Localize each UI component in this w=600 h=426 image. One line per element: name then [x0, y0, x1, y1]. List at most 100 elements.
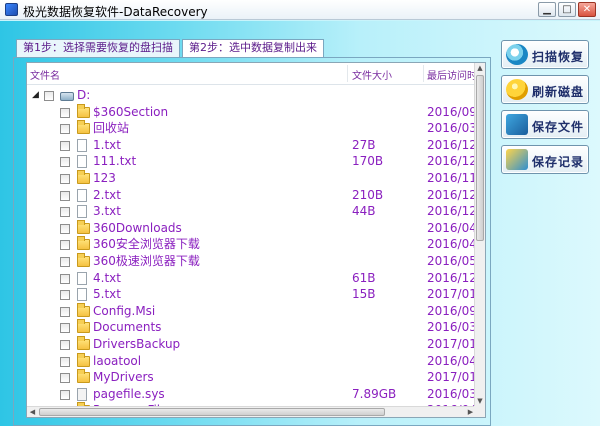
vertical-scroll-thumb[interactable] [476, 75, 484, 241]
refresh-icon [506, 79, 528, 100]
tree-row[interactable]: DriversBackup 2017/01 [27, 335, 477, 353]
tree-row[interactable]: 回收站 2016/03 [27, 120, 477, 137]
title-bar: 极光数据恢复软件-DataRecovery ▁ □ ✕ [0, 0, 600, 20]
row-size: 15B [352, 287, 376, 302]
file-icon [77, 271, 87, 285]
tree-row[interactable]: 360Downloads 2016/04 [27, 219, 477, 237]
tree-row[interactable]: 111.txt 170B 2016/12 [27, 153, 477, 170]
client-area: 第1步：选择需要恢复的盘扫描 第2步：选中数据复制出来 文件名 文件大小 最后访… [0, 21, 600, 426]
row-checkbox[interactable] [60, 389, 70, 400]
row-name: DriversBackup [93, 336, 181, 351]
tree-row[interactable]: 123 2016/11 [27, 169, 477, 187]
row-name: Config.Msi [93, 303, 156, 318]
drive-checkbox[interactable] [44, 91, 54, 101]
column-header-name[interactable]: 文件名 [30, 67, 60, 82]
horizontal-scroll-thumb[interactable] [39, 408, 385, 416]
folder-icon [77, 219, 90, 234]
maximize-button[interactable]: □ [558, 2, 576, 17]
tree-rows: ◢ D: $360Section 2016/09 回收站 2016/03 1.txt 27… [27, 87, 477, 417]
save-file-button[interactable]: 保存文件 [501, 110, 589, 139]
row-checkbox[interactable] [60, 173, 70, 184]
scan-recover-button[interactable]: 扫描恢复 [501, 40, 589, 69]
column-divider[interactable] [347, 65, 348, 82]
action-buttons: 扫描恢复 刷新磁盘 保存文件 保存记录 [501, 40, 591, 180]
file-tree-list[interactable]: 文件名 文件大小 最后访问时 ◢ D: $360Section 2016/09 回收… [26, 62, 486, 418]
row-size: 44B [352, 204, 376, 219]
tab-step-1[interactable]: 第1步：选择需要恢复的盘扫描 [16, 39, 180, 57]
row-checkbox[interactable] [60, 140, 70, 151]
minimize-button[interactable]: ▁ [538, 2, 556, 17]
row-checkbox[interactable] [60, 223, 70, 234]
row-checkbox[interactable] [60, 190, 70, 201]
tree-row[interactable]: Config.Msi 2016/09 [27, 302, 477, 320]
row-date: 2016/05 [427, 253, 477, 268]
folder-icon [77, 335, 90, 350]
row-checkbox[interactable] [60, 306, 70, 317]
tree-row[interactable]: 5.txt 15B 2017/01 [27, 286, 477, 303]
row-name: MyDrivers [93, 370, 154, 385]
scrollbar-corner [474, 406, 485, 417]
row-name: pagefile.sys [93, 386, 165, 401]
tree-row[interactable]: MyDrivers 2017/01 [27, 369, 477, 386]
row-checkbox[interactable] [60, 207, 70, 218]
app-icon [5, 3, 18, 16]
column-header-date[interactable]: 最后访问时 [427, 67, 477, 82]
tree-row[interactable]: 3.txt 44B 2016/12 [27, 203, 477, 220]
row-checkbox[interactable] [60, 323, 70, 334]
scroll-left-arrow-icon[interactable]: ◀ [27, 407, 38, 417]
file-icon [77, 288, 87, 302]
folder-icon [77, 369, 90, 384]
row-checkbox[interactable] [60, 157, 70, 168]
tree-row[interactable]: pagefile.sys 7.89GB 2016/03 [27, 386, 477, 403]
tree-row-drive[interactable]: ◢ D: [27, 87, 476, 104]
refresh-disk-button[interactable]: 刷新磁盘 [501, 75, 589, 104]
row-checkbox[interactable] [60, 373, 70, 384]
tree-row[interactable]: 2.txt 210B 2016/12 [27, 187, 477, 204]
row-name: 360极速浏览器下载 [93, 253, 200, 268]
row-checkbox[interactable] [60, 273, 70, 284]
row-date: 2016/12 [427, 270, 477, 285]
tree-row[interactable]: laoatool 2016/04 [27, 352, 477, 370]
row-checkbox[interactable] [60, 290, 70, 301]
tree-row[interactable]: 1.txt 27B 2016/12 [27, 137, 477, 154]
tab-step-2[interactable]: 第2步：选中数据复制出来 [182, 39, 324, 58]
folder-icon [77, 120, 90, 135]
tree-row[interactable]: $360Section 2016/09 [27, 103, 477, 121]
tree-row[interactable]: 4.txt 61B 2016/12 [27, 270, 477, 287]
close-button[interactable]: ✕ [578, 2, 596, 17]
vertical-scrollbar[interactable]: ▲ ▼ [474, 63, 485, 407]
save-record-button[interactable]: 保存记录 [501, 145, 589, 174]
file-icon [77, 188, 87, 202]
row-size: 61B [352, 270, 376, 285]
folder-icon [77, 352, 90, 367]
row-date: 2016/12 [427, 204, 477, 219]
folder-icon [77, 169, 90, 184]
scan-recover-label: 扫描恢复 [532, 50, 585, 64]
row-checkbox[interactable] [60, 356, 70, 367]
step-tabs: 第1步：选择需要恢复的盘扫描 第2步：选中数据复制出来 [16, 39, 326, 58]
column-header-size[interactable]: 文件大小 [352, 67, 392, 82]
row-date: 2016/09 [427, 104, 477, 119]
row-checkbox[interactable] [60, 107, 70, 118]
file-icon [77, 138, 87, 152]
scroll-up-arrow-icon[interactable]: ▲ [475, 63, 485, 74]
row-name: 111.txt [93, 154, 137, 169]
row-checkbox[interactable] [60, 339, 70, 350]
tree-row[interactable]: 360安全浏览器下载 2016/04 [27, 236, 477, 253]
row-checkbox[interactable] [60, 240, 70, 251]
row-checkbox[interactable] [60, 124, 70, 135]
drive-icon [60, 92, 74, 101]
row-date: 2016/03 [427, 386, 477, 401]
horizontal-scrollbar[interactable]: ◀ ▶ [27, 406, 476, 417]
tree-row[interactable]: Documents 2016/03 [27, 319, 477, 336]
collapse-arrow-icon[interactable]: ◢ [32, 90, 39, 100]
row-name: 3.txt [93, 204, 121, 219]
refresh-disk-label: 刷新磁盘 [532, 85, 585, 99]
row-date: 2017/01 [427, 336, 477, 351]
tree-row[interactable]: 360极速浏览器下载 2016/05 [27, 252, 477, 270]
row-checkbox[interactable] [60, 256, 70, 267]
row-date: 2016/09 [427, 303, 477, 318]
folder-icon [77, 103, 90, 118]
save-record-label: 保存记录 [532, 155, 585, 169]
column-divider[interactable] [423, 65, 424, 82]
